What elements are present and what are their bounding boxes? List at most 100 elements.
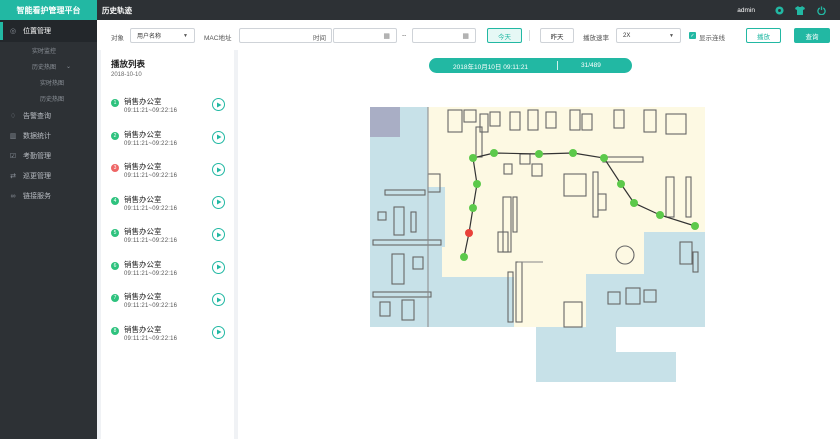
item-number-badge: 4: [111, 196, 119, 205]
playlist-item[interactable]: 2 销售办公室 09:11:21~09:22:16: [101, 123, 234, 155]
end-date-input[interactable]: ▦: [412, 28, 476, 43]
sidebar-item-label: 实时监控: [32, 48, 57, 55]
item-time-range: 09:11:21~09:22:16: [124, 205, 178, 212]
playlist-title: 播放列表: [111, 59, 146, 69]
object-select[interactable]: 用户名称 ▼: [130, 28, 195, 43]
caret-down-icon: ▼: [183, 32, 188, 39]
item-number-badge: 3: [111, 164, 119, 172]
play-icon[interactable]: [212, 195, 225, 209]
show-line-label: 显示连线: [699, 35, 725, 42]
trajectory-point[interactable]: [630, 199, 638, 207]
play-icon[interactable]: [212, 98, 225, 111]
play-icon[interactable]: [212, 228, 225, 241]
sidebar-subitem-history-heatmap[interactable]: 历史热图 ⌄: [0, 58, 97, 74]
sidebar-item-label: 实时热图: [40, 80, 65, 87]
trajectory-point[interactable]: [617, 180, 625, 188]
item-location-name: 销售办公室: [124, 129, 162, 139]
playlist-item[interactable]: 7 销售办公室 09:11:21~09:22:16: [101, 285, 234, 317]
trajectory-point[interactable]: [691, 222, 699, 230]
item-location-name: 销售办公室: [124, 194, 162, 204]
caret-down-icon: ▼: [669, 32, 674, 39]
trajectory-point[interactable]: [473, 180, 481, 188]
chart-icon: ▥: [9, 133, 17, 140]
show-line-checkbox[interactable]: ✓: [689, 32, 696, 39]
speed-select[interactable]: 2X ▼: [616, 28, 681, 43]
playlist-panel: 播放列表 2018-10-10 1 销售办公室 09:11:21~09:22:16 2…: [101, 50, 234, 439]
trajectory-point[interactable]: [465, 229, 473, 237]
sidebar-item-label: 链接服务: [23, 193, 51, 200]
playlist-item[interactable]: 6 销售办公室 09:11:21~09:22:16: [101, 253, 234, 285]
sidebar-nav: ◎ 位置管理 实时监控 历史热图 ⌄ 实时热图 历史热图 ♢ 告警查询 ▥ 数据…: [0, 20, 97, 206]
play-icon[interactable]: [212, 163, 225, 176]
play-button[interactable]: 播放: [746, 28, 781, 43]
skin-icon[interactable]: [795, 5, 805, 15]
trajectory-point[interactable]: [600, 154, 608, 162]
sidebar-item-location[interactable]: ◎ 位置管理: [0, 20, 97, 42]
item-time-range: 09:11:21~09:22:16: [124, 108, 178, 114]
sidebar-item-label: 历史热图: [40, 96, 65, 103]
trajectory-point[interactable]: [460, 253, 468, 261]
trajectory-point[interactable]: [535, 150, 543, 158]
playlist-item[interactable]: 3 销售办公室 09:11:21~09:22:16: [101, 155, 234, 187]
room: [616, 352, 676, 382]
yesterday-button[interactable]: 昨天: [540, 28, 574, 43]
room: [370, 137, 428, 187]
today-button[interactable]: 今天: [487, 28, 522, 43]
sidebar-subitem-history-heatmap-2[interactable]: 历史热图: [0, 90, 97, 106]
sidebar-subitem-realtime-monitor[interactable]: 实时监控: [0, 42, 97, 58]
playlist-item[interactable]: 4 销售办公室 09:11:21~09:22:16: [101, 188, 234, 220]
top-bar: 历史轨迹 admin: [97, 0, 840, 20]
room: [662, 282, 705, 327]
time-label: 时间: [313, 35, 326, 42]
playback-status-pill: 2018年10月10日 09:11:21 31/489: [429, 58, 632, 73]
room: [442, 277, 514, 327]
speed-label: 播放速率: [583, 35, 609, 42]
sidebar-item-attendance[interactable]: ☑ 考勤管理: [0, 146, 97, 166]
start-date-input[interactable]: ▦: [333, 28, 397, 43]
object-select-value: 用户名称: [137, 34, 162, 40]
mac-label: MAC地址: [204, 35, 232, 42]
play-icon[interactable]: [212, 325, 225, 339]
trajectory-point[interactable]: [469, 154, 477, 162]
item-number-badge: 5: [111, 229, 119, 237]
username[interactable]: admin: [737, 7, 755, 14]
room: [370, 247, 442, 327]
sidebar-item-stats[interactable]: ▥ 数据统计: [0, 126, 97, 146]
playlist-item[interactable]: 8 销售办公室 09:11:21~09:22:16: [101, 318, 234, 350]
playlist-item[interactable]: 5 销售办公室 09:11:21~09:22:16: [101, 220, 234, 252]
divider: [529, 30, 530, 41]
trajectory-point[interactable]: [469, 204, 477, 212]
trajectory-point[interactable]: [569, 149, 577, 157]
chevron-down-icon: ⌄: [66, 63, 72, 70]
storage-room: [370, 107, 400, 137]
settings-icon[interactable]: [774, 5, 784, 15]
object-label: 对象: [111, 35, 124, 42]
calendar-icon: ☑: [9, 153, 17, 160]
sidebar-item-label: 位置管理: [23, 28, 51, 35]
playback-counter: 31/489: [581, 62, 601, 69]
play-icon[interactable]: [212, 260, 225, 274]
sidebar-item-alarm[interactable]: ♢ 告警查询: [0, 106, 97, 126]
power-icon[interactable]: [816, 5, 826, 15]
item-location-name: 销售办公室: [124, 227, 162, 236]
page-title: 历史轨迹: [102, 5, 132, 15]
query-button[interactable]: 查询: [794, 28, 830, 43]
floor-plan-map[interactable]: [368, 102, 708, 387]
sidebar-item-link[interactable]: ∞ 链接服务: [0, 186, 97, 206]
trajectory-point[interactable]: [490, 149, 498, 157]
play-icon[interactable]: [212, 293, 225, 306]
brand-logo: 智能看护管理平台: [0, 0, 97, 20]
item-time-range: 09:11:21~09:22:16: [124, 238, 178, 244]
sidebar-subitem-realtime-heatmap[interactable]: 实时热图: [0, 74, 97, 90]
item-number-badge: 1: [111, 99, 119, 107]
location-icon: ◎: [9, 28, 17, 35]
item-number-badge: 8: [111, 326, 119, 335]
trajectory-point[interactable]: [656, 211, 664, 219]
playlist-item[interactable]: 1 销售办公室 09:11:21~09:22:16: [101, 90, 234, 122]
item-location-name: 销售办公室: [124, 97, 162, 106]
sidebar-item-label: 数据统计: [23, 133, 51, 140]
item-time-range: 09:11:21~09:22:16: [124, 173, 178, 179]
play-icon[interactable]: [212, 130, 225, 144]
sidebar-item-patrol[interactable]: ⇄ 巡更管理: [0, 166, 97, 186]
item-time-range: 09:11:21~09:22:16: [124, 335, 178, 342]
